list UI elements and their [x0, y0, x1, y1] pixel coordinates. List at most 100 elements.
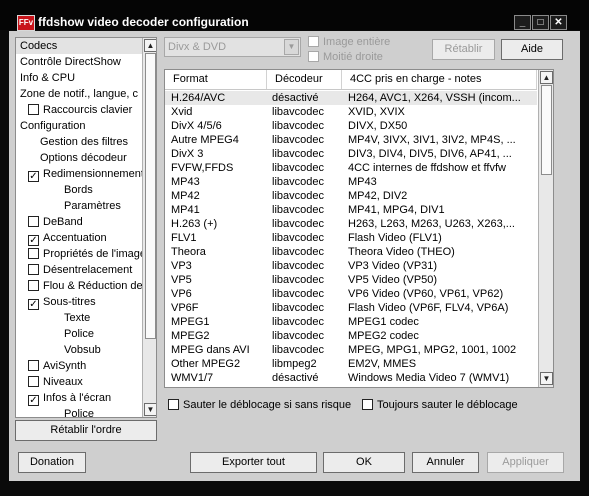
chevron-down-icon[interactable]: ▼: [284, 39, 299, 55]
table-row[interactable]: DivX 3 libavcodec DIV3, DIV4, DIV5, DIV6, …: [165, 147, 537, 161]
tree-item[interactable]: Gestion des filtres: [16, 134, 128, 150]
close-button[interactable]: ✕: [550, 15, 567, 30]
tree-item[interactable]: Vobsub: [16, 342, 101, 358]
tree-item[interactable]: Propriétés de l'image: [16, 246, 146, 262]
table-row[interactable]: VP3 libavcodec VP3 Video (VP31): [165, 259, 537, 273]
minimize-button[interactable]: _: [514, 15, 531, 30]
table-row[interactable]: MP43 libavcodec MP43: [165, 175, 537, 189]
checked-checkbox-icon[interactable]: ✓: [28, 395, 39, 406]
tree-item[interactable]: ✓ Sous-titres: [16, 294, 96, 310]
tree-item[interactable]: ✓ Infos à l'écran: [16, 390, 111, 406]
maximize-button[interactable]: □: [532, 15, 549, 30]
full-image-checkbox-box[interactable]: [308, 36, 319, 47]
table-row[interactable]: VP5 libavcodec VP5 Video (VP50): [165, 273, 537, 287]
reset-button[interactable]: Rétablir: [432, 39, 495, 60]
cell-fourcc: DIV3, DIV4, DIV5, DIV6, AP41, ...: [348, 148, 512, 160]
table-row[interactable]: Xvid libavcodec XVID, XVIX: [165, 105, 537, 119]
preset-combo[interactable]: Divx & DVD ▼: [164, 37, 301, 57]
tree-item-label: Codecs: [20, 40, 58, 52]
skip-deblock-safe-box[interactable]: [168, 399, 179, 410]
tree-item-label: Raccourcis clavier: [43, 104, 133, 116]
tree-item[interactable]: Police: [16, 326, 94, 342]
tree-item-label: Bords: [64, 184, 93, 196]
export-all-button[interactable]: Exporter tout: [190, 452, 317, 473]
apply-button[interactable]: Appliquer: [487, 452, 564, 473]
ok-button[interactable]: OK: [323, 452, 405, 473]
right-half-checkbox[interactable]: Moitié droite: [308, 51, 383, 64]
header-format[interactable]: Format: [165, 70, 267, 89]
table-row[interactable]: FVFW,FFDS libavcodec 4CC internes de ffdsh…: [165, 161, 537, 175]
tree-item[interactable]: Options décodeur: [16, 150, 127, 166]
help-button[interactable]: Aide: [501, 39, 563, 60]
right-half-checkbox-box[interactable]: [308, 51, 319, 62]
checked-checkbox-icon[interactable]: ✓: [28, 235, 39, 246]
always-skip-deblock-checkbox[interactable]: Toujours sauter le déblocage: [362, 399, 518, 412]
table-row[interactable]: Autre MPEG4 libavcodec MP4V, 3IVX, 3IV1, 3…: [165, 133, 537, 147]
tree-scroll-thumb[interactable]: [145, 53, 156, 339]
cell-format: Autre MPEG4: [171, 134, 239, 146]
unchecked-checkbox-icon[interactable]: [28, 216, 39, 227]
table-row[interactable]: VP6 libavcodec VP6 Video (VP60, VP61, VP62…: [165, 287, 537, 301]
codec-scroll-thumb[interactable]: [541, 85, 552, 175]
cancel-button[interactable]: Annuler: [412, 452, 479, 473]
codec-table-scrollbar[interactable]: ▲ ▼: [538, 70, 553, 387]
tree-item[interactable]: Codecs: [16, 38, 145, 54]
cell-decoder: libavcodec: [272, 288, 324, 300]
reset-order-button[interactable]: Rétablir l'ordre: [15, 420, 157, 441]
tree-item[interactable]: Contrôle DirectShow: [16, 54, 121, 70]
unchecked-checkbox-icon[interactable]: [28, 264, 39, 275]
checked-checkbox-icon[interactable]: ✓: [28, 171, 39, 182]
tree-scroll-down-icon[interactable]: ▼: [144, 403, 156, 416]
tree-item[interactable]: Raccourcis clavier: [16, 102, 132, 118]
table-row[interactable]: H.263 (+) libavcodec H263, L263, M263, U26…: [165, 217, 537, 231]
tree-item[interactable]: Configuration: [16, 118, 85, 134]
tree-item[interactable]: ✓ Redimensionnement: [16, 166, 144, 182]
settings-tree: Codecs Contrôle DirectShow Info & CPU Zone …: [15, 37, 157, 418]
tree-item[interactable]: DeBand: [16, 214, 83, 230]
tree-item[interactable]: Zone de notif., langue, c: [16, 86, 138, 102]
table-row[interactable]: H.264/AVC désactivé H264, AVC1, X264, VSSH…: [165, 91, 537, 105]
skip-deblock-safe-checkbox[interactable]: Sauter le déblocage si sans risque: [168, 399, 351, 412]
tree-item[interactable]: ✓ Accentuation: [16, 230, 107, 246]
tree-item[interactable]: AviSynth: [16, 358, 86, 374]
tree-item[interactable]: Bords: [16, 182, 93, 198]
table-row[interactable]: DivX 4/5/6 libavcodec DIVX, DX50: [165, 119, 537, 133]
table-row[interactable]: MP42 libavcodec MP42, DIV2: [165, 189, 537, 203]
tree-item[interactable]: Niveaux: [16, 374, 83, 390]
table-row[interactable]: MP41 libavcodec MP41, MPG4, DIV1: [165, 203, 537, 217]
tree-item[interactable]: Flou & Réduction de: [16, 278, 143, 294]
table-row[interactable]: WMV1/7 désactivé Windows Media Video 7 (WM…: [165, 371, 537, 385]
unchecked-checkbox-icon[interactable]: [28, 280, 39, 291]
full-image-checkbox[interactable]: Image entière: [308, 36, 390, 49]
cell-fourcc: MP42, DIV2: [348, 190, 408, 202]
table-row[interactable]: MPEG dans AVI libavcodec MPEG, MPG1, MPG2,…: [165, 343, 537, 357]
header-decoder[interactable]: Décodeur: [267, 70, 342, 89]
cell-format: Theora: [171, 246, 206, 258]
codec-scroll-up-icon[interactable]: ▲: [540, 71, 553, 84]
tree-item[interactable]: Texte: [16, 310, 90, 326]
codec-scroll-down-icon[interactable]: ▼: [540, 372, 553, 385]
cell-fourcc: XVID, XVIX: [348, 106, 405, 118]
table-row[interactable]: MPEG1 libavcodec MPEG1 codec: [165, 315, 537, 329]
tree-item[interactable]: Police: [16, 406, 94, 417]
table-row[interactable]: MPEG2 libavcodec MPEG2 codec: [165, 329, 537, 343]
tree-item[interactable]: Info & CPU: [16, 70, 75, 86]
always-skip-deblock-box[interactable]: [362, 399, 373, 410]
table-row[interactable]: Theora libavcodec Theora Video (THEO): [165, 245, 537, 259]
table-row[interactable]: VP6F libavcodec Flash Video (VP6F, FLV4, V…: [165, 301, 537, 315]
table-row[interactable]: FLV1 libavcodec Flash Video (FLV1): [165, 231, 537, 245]
tree-item[interactable]: Désentrelacement: [16, 262, 132, 278]
tree-item[interactable]: Paramètres: [16, 198, 121, 214]
tree-scroll-up-icon[interactable]: ▲: [144, 39, 156, 52]
unchecked-checkbox-icon[interactable]: [28, 104, 39, 115]
unchecked-checkbox-icon[interactable]: [28, 376, 39, 387]
title-bar[interactable]: FFv ffdshow video decoder configuration …: [0, 0, 589, 31]
tree-scrollbar[interactable]: ▲ ▼: [142, 38, 156, 417]
unchecked-checkbox-icon[interactable]: [28, 248, 39, 259]
tree-item-label: AviSynth: [43, 360, 87, 372]
checked-checkbox-icon[interactable]: ✓: [28, 299, 39, 310]
header-fourcc-notes[interactable]: 4CC pris en charge - notes: [342, 70, 537, 89]
unchecked-checkbox-icon[interactable]: [28, 360, 39, 371]
donation-button[interactable]: Donation: [18, 452, 86, 473]
table-row[interactable]: Other MPEG2 libmpeg2 EM2V, MMES: [165, 357, 537, 371]
